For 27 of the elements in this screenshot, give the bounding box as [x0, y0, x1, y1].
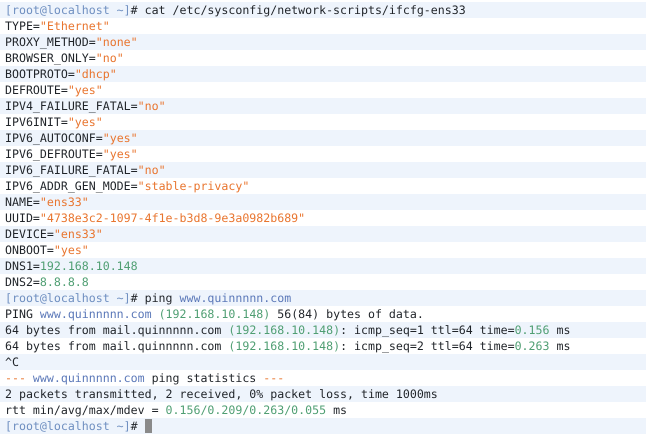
terminal-line: 64 bytes from mail.quinnnnn.com (192.168.10.148): icmp_seq=2 ttl=64 time=0.263 ms: [5, 338, 570, 354]
terminal-line: ^C: [5, 354, 19, 370]
terminal-line: PROXY_METHOD="none": [5, 34, 138, 50]
terminal-line: PING www.quinnnnn.com (192.168.10.148) 56(84) bytes of data.: [5, 306, 424, 322]
terminal-line: BROWSER_ONLY="no": [5, 50, 124, 66]
terminal-line: UUID="4738e3c2-1097-4f1e-b3d8-9e3a0982b689": [5, 210, 306, 226]
terminal-line: IPV6_FAILURE_FATAL="no": [5, 162, 166, 178]
terminal-line: IPV6_AUTOCONF="yes": [5, 130, 138, 146]
terminal-line: NAME="ens33": [5, 194, 89, 210]
terminal-line: DEVICE="ens33": [5, 226, 103, 242]
terminal-line: IPV6_DEFROUTE="yes": [5, 146, 138, 162]
terminal-line: 2 packets transmitted, 2 received, 0% packet loss, time 1000ms: [5, 386, 438, 402]
terminal-line: --- www.quinnnnn.com ping statistics ---: [5, 370, 284, 386]
terminal-line: TYPE="Ethernet": [5, 18, 110, 34]
terminal-line: [root@localhost ~]# ping www.quinnnnn.com: [5, 290, 292, 306]
terminal-line: DNS2=8.8.8.8: [5, 274, 89, 290]
terminal-line: [root@localhost ~]# cat /etc/sysconfig/network-scripts/ifcfg-ens33: [5, 2, 466, 18]
terminal-line: DEFROUTE="yes": [5, 82, 103, 98]
terminal-line: 64 bytes from mail.quinnnnn.com (192.168.10.148): icmp_seq=1 ttl=64 time=0.156 ms: [5, 322, 570, 338]
terminal-line: DNS1=192.168.10.148: [5, 258, 138, 274]
terminal-line: IPV6_ADDR_GEN_MODE="stable-privacy": [5, 178, 250, 194]
terminal-line: IPV4_FAILURE_FATAL="no": [5, 98, 166, 114]
terminal-line: IPV6INIT="yes": [5, 114, 103, 130]
terminal-line: ONBOOT="yes": [5, 242, 89, 258]
terminal-line: rtt min/avg/max/mdev = 0.156/0.209/0.263/0.055 ms: [5, 402, 348, 418]
terminal-line: BOOTPROTO="dhcp": [5, 66, 117, 82]
terminal-line: [root@localhost ~]#: [5, 418, 138, 434]
